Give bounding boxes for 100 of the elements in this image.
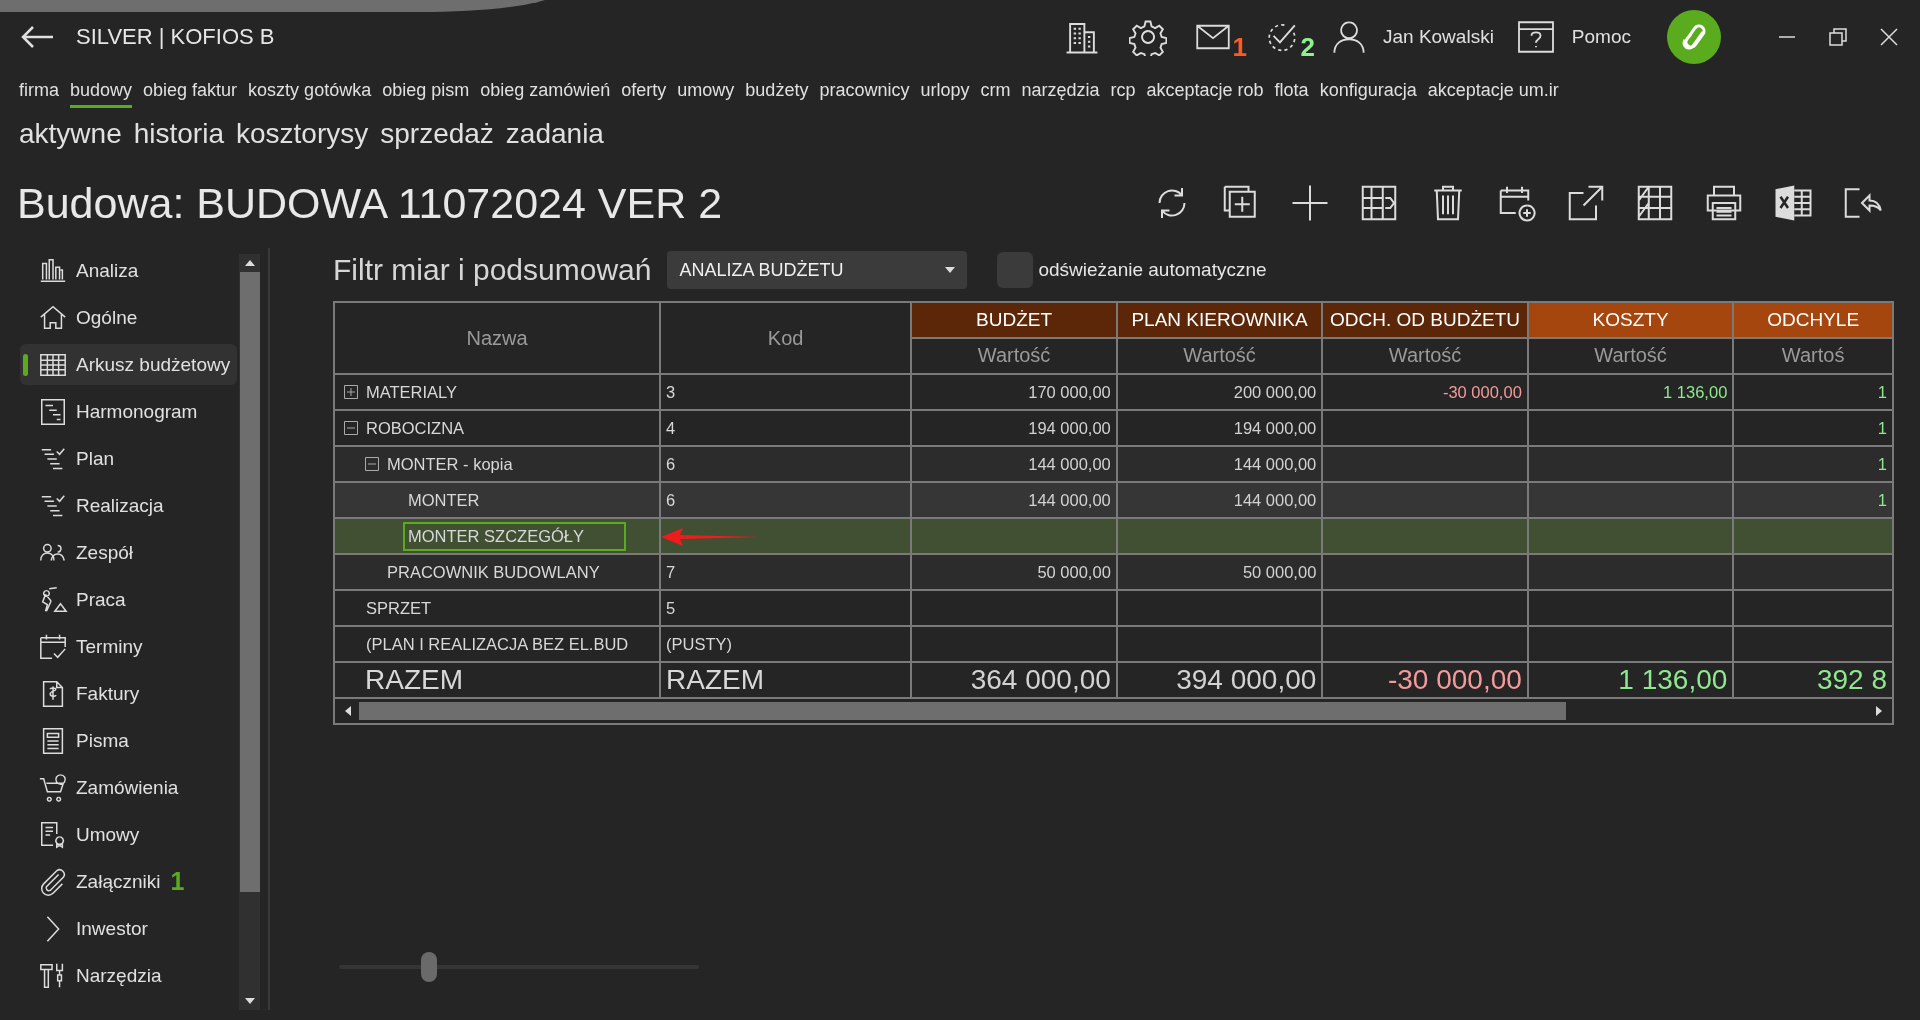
submenu-tab[interactable]: aktywne — [19, 117, 122, 153]
column-subheader: Wartość — [1527, 338, 1734, 374]
back-arrow-icon[interactable] — [20, 25, 54, 49]
table-cell-text: MONTER - kopia — [386, 453, 514, 475]
sidebar-item[interactable]: Ogólne — [20, 297, 237, 338]
menu-item[interactable]: umowy — [677, 78, 735, 108]
zoom-slider[interactable] — [339, 952, 699, 982]
sidebar-item[interactable]: Inwestor — [20, 908, 237, 949]
user-name[interactable]: Jan Kowalski — [1382, 26, 1494, 48]
sidebar-item[interactable]: Zespół — [20, 532, 237, 573]
mail-icon[interactable] — [1194, 22, 1231, 52]
submenu-tab[interactable]: historia — [133, 117, 224, 153]
table-cell: 170 000,00 — [1028, 382, 1111, 401]
menu-item[interactable]: budowy — [70, 78, 133, 108]
total-label: RAZEM — [666, 664, 764, 695]
measure-header[interactable]: PLAN KIEROWNIKA — [1116, 303, 1323, 338]
scrollbar-thumb[interactable] — [239, 272, 260, 892]
table-cell-text: SPRZET — [365, 597, 433, 619]
total-value: 394 000,00 — [1176, 664, 1317, 695]
collapse-icon[interactable] — [344, 421, 358, 435]
menu-item[interactable]: narzędzia — [1021, 78, 1100, 108]
table-cell: 50 000,00 — [1037, 562, 1111, 581]
menu-item[interactable]: budżety — [745, 78, 809, 108]
sidebar-item[interactable]: Arkusz budżetowy — [20, 344, 237, 385]
cart-icon — [38, 772, 68, 803]
collapse-icon[interactable] — [365, 457, 379, 471]
menu-item[interactable]: pracownicy — [819, 78, 910, 108]
printer-icon[interactable] — [1704, 183, 1744, 223]
submenu-tab[interactable]: zadania — [505, 117, 604, 153]
notification-count: 2 — [1300, 32, 1315, 63]
settings-icon[interactable] — [1128, 18, 1167, 56]
menu-item[interactable]: obieg faktur — [143, 78, 238, 108]
menu-item[interactable]: firma — [19, 78, 59, 108]
table-cell: 6 — [666, 454, 676, 473]
total-value: -30 000,00 — [1387, 664, 1522, 695]
column-header[interactable]: Kod — [660, 303, 912, 374]
table-cell: 1 — [1877, 454, 1887, 473]
measure-dropdown[interactable]: ANALIZA BUDŻETU — [667, 251, 968, 289]
table-cell-text: (PLAN I REALIZACJA BEZ EL.BUD — [365, 633, 630, 655]
menu-item[interactable]: urlopy — [920, 78, 970, 108]
filter-label: Filtr miar i podsumowań — [333, 253, 652, 287]
sidebar-item[interactable]: Umowy — [20, 814, 237, 855]
sidebar-item[interactable]: Analiza — [20, 250, 237, 291]
spreadsheet-icon[interactable] — [1773, 183, 1813, 223]
scroll-up-icon[interactable] — [244, 260, 255, 266]
vertical-scrollbar[interactable] — [238, 254, 261, 1010]
table-cell-text: PRACOWNIK BUDOWLANY — [386, 561, 601, 583]
table-cell: 1 136,00 — [1663, 382, 1728, 401]
page-title: Budowa: BUDOWA 11072024 VER 2 — [17, 178, 723, 228]
table-cell: 1 — [1877, 382, 1887, 401]
sidebar-item[interactable]: Praca — [20, 579, 237, 620]
sidebar-item[interactable]: Faktury — [20, 673, 237, 714]
menu-item[interactable]: oferty — [621, 78, 667, 108]
sidebar-item[interactable]: Plan — [20, 438, 237, 479]
expand-icon[interactable] — [344, 385, 358, 399]
menu-item[interactable]: rcp — [1110, 78, 1136, 108]
menu-item[interactable]: crm — [980, 78, 1011, 108]
table-cell: MONTER SZCZEGÓŁY — [403, 521, 626, 551]
menu-item[interactable]: akceptacje rob — [1146, 78, 1264, 108]
sidebar-item[interactable]: Harmonogram — [20, 391, 237, 432]
scroll-right-icon[interactable] — [1876, 706, 1882, 716]
submenu-tab[interactable]: sprzedaż — [380, 117, 494, 153]
total-label: RAZEM — [365, 664, 463, 695]
restore-icon[interactable] — [1829, 28, 1847, 46]
caret-icon — [945, 267, 956, 273]
avatar-icon[interactable] — [1667, 10, 1721, 64]
table-cell: 144 000,00 — [1028, 490, 1111, 509]
slider-thumb[interactable] — [421, 952, 437, 982]
table-cell-text: MONTER — [407, 489, 481, 511]
menu-item[interactable]: koszty gotówka — [248, 78, 372, 108]
external-link-icon[interactable] — [1566, 183, 1606, 223]
sidebar-item[interactable]: Zamówienia — [20, 767, 237, 808]
measure-header[interactable]: ODCH. OD BUDŻETU — [1322, 303, 1528, 338]
help-link[interactable]: Pomoc — [1571, 26, 1631, 48]
measure-header[interactable]: BUDŻET — [911, 303, 1117, 338]
table-cell: 4 — [666, 418, 676, 437]
plus-icon[interactable] — [1290, 183, 1330, 223]
help-window-icon[interactable] — [1515, 20, 1556, 54]
scroll-left-icon[interactable] — [345, 706, 351, 716]
measure-header[interactable]: KOSZTY — [1527, 303, 1734, 338]
scroll-down-icon[interactable] — [244, 998, 255, 1004]
sidebar-item[interactable]: Terminy — [20, 626, 237, 667]
sidebar-item[interactable]: Pisma — [20, 720, 237, 761]
table-edit-icon[interactable] — [1635, 183, 1675, 223]
submenu-tab[interactable]: kosztorysy — [236, 117, 369, 153]
column-header[interactable]: Nazwa — [335, 303, 660, 374]
menu-item[interactable]: akceptacje um.ir — [1427, 78, 1559, 108]
sidebar-item[interactable]: Narzędzia — [20, 955, 237, 996]
total-value: 364 000,00 — [970, 664, 1111, 695]
menu-item[interactable]: flota — [1274, 78, 1309, 108]
table-cell: 144 000,00 — [1233, 454, 1317, 473]
close-icon[interactable] — [1880, 28, 1898, 46]
sidebar-item[interactable]: Realizacja — [20, 485, 237, 526]
sidebar-item[interactable]: Załączniki 1 — [20, 861, 237, 902]
menu-item[interactable]: konfiguracja — [1319, 78, 1417, 108]
scrollbar-thumb[interactable] — [359, 702, 1566, 720]
menu-item[interactable]: obieg zamówień — [480, 78, 611, 108]
measure-header[interactable]: ODCHYLE — [1733, 303, 1892, 338]
menu-item[interactable]: obieg pism — [382, 78, 470, 108]
column-export-icon[interactable] — [1359, 183, 1399, 223]
